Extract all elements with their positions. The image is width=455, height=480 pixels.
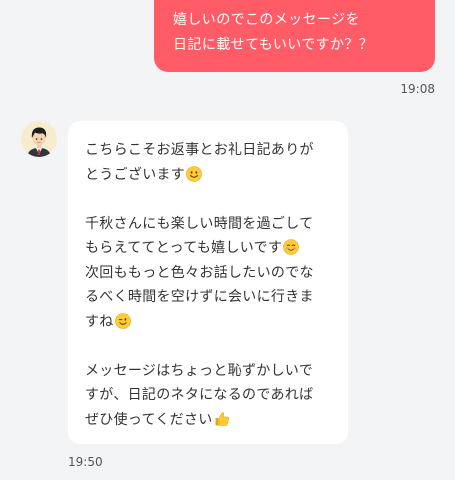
received-line-2: とうございます <box>85 163 338 188</box>
thumbs-up-emoji <box>214 411 230 427</box>
received-message-bubble[interactable]: こちらこそお返事とお礼日記ありが とうございます 千秋さんにも楽しい時間を過ごし… <box>68 121 348 444</box>
sent-message-line-1: 嬉しいのでこのメッセージを <box>173 12 360 28</box>
received-line-10: メッセージはちょっと恥ずかしいで <box>85 362 314 379</box>
received-line-12-text: ぜひ使ってください <box>85 411 213 428</box>
received-line-5: もらえててとっても嬉しいです <box>85 236 338 261</box>
received-line-3-blank <box>85 187 338 212</box>
smiling-face-emoji <box>186 165 202 182</box>
sent-message-bubble[interactable]: 嬉しいのでこのメッセージを 日記に載せてもいいですか？？ <box>154 0 435 72</box>
blushing-smile-emoji <box>283 239 300 255</box>
received-line-4: 千秋さんにも楽しい時間を過ごして <box>85 215 314 232</box>
received-line-1: こちらこそお返事とお礼日記ありが <box>85 142 314 158</box>
winking-face-emoji <box>114 312 131 329</box>
sent-message-line-2: 日記に載せてもいいですか？？ <box>173 37 374 53</box>
received-line-11: すが、日記のネタになるのであれば <box>85 387 314 403</box>
received-line-6: 次回ももっと色々お話したいのでな <box>85 264 314 281</box>
received-line-5-text: もらえててとっても嬉しいです <box>85 240 283 256</box>
received-line-9-blank <box>85 334 338 359</box>
received-line-12: ぜひ使ってください <box>85 408 338 433</box>
sent-message-timestamp: 19:08 <box>400 82 435 96</box>
received-message-timestamp: 19:50 <box>68 455 103 469</box>
received-line-8-text: すね <box>85 313 114 330</box>
received-line-7: るべく時間を空けずに会いに行きま <box>85 289 314 305</box>
received-line-2-text: とうございます <box>85 166 186 183</box>
received-line-8: すね <box>85 310 338 335</box>
user-avatar-icon[interactable] <box>21 121 57 157</box>
